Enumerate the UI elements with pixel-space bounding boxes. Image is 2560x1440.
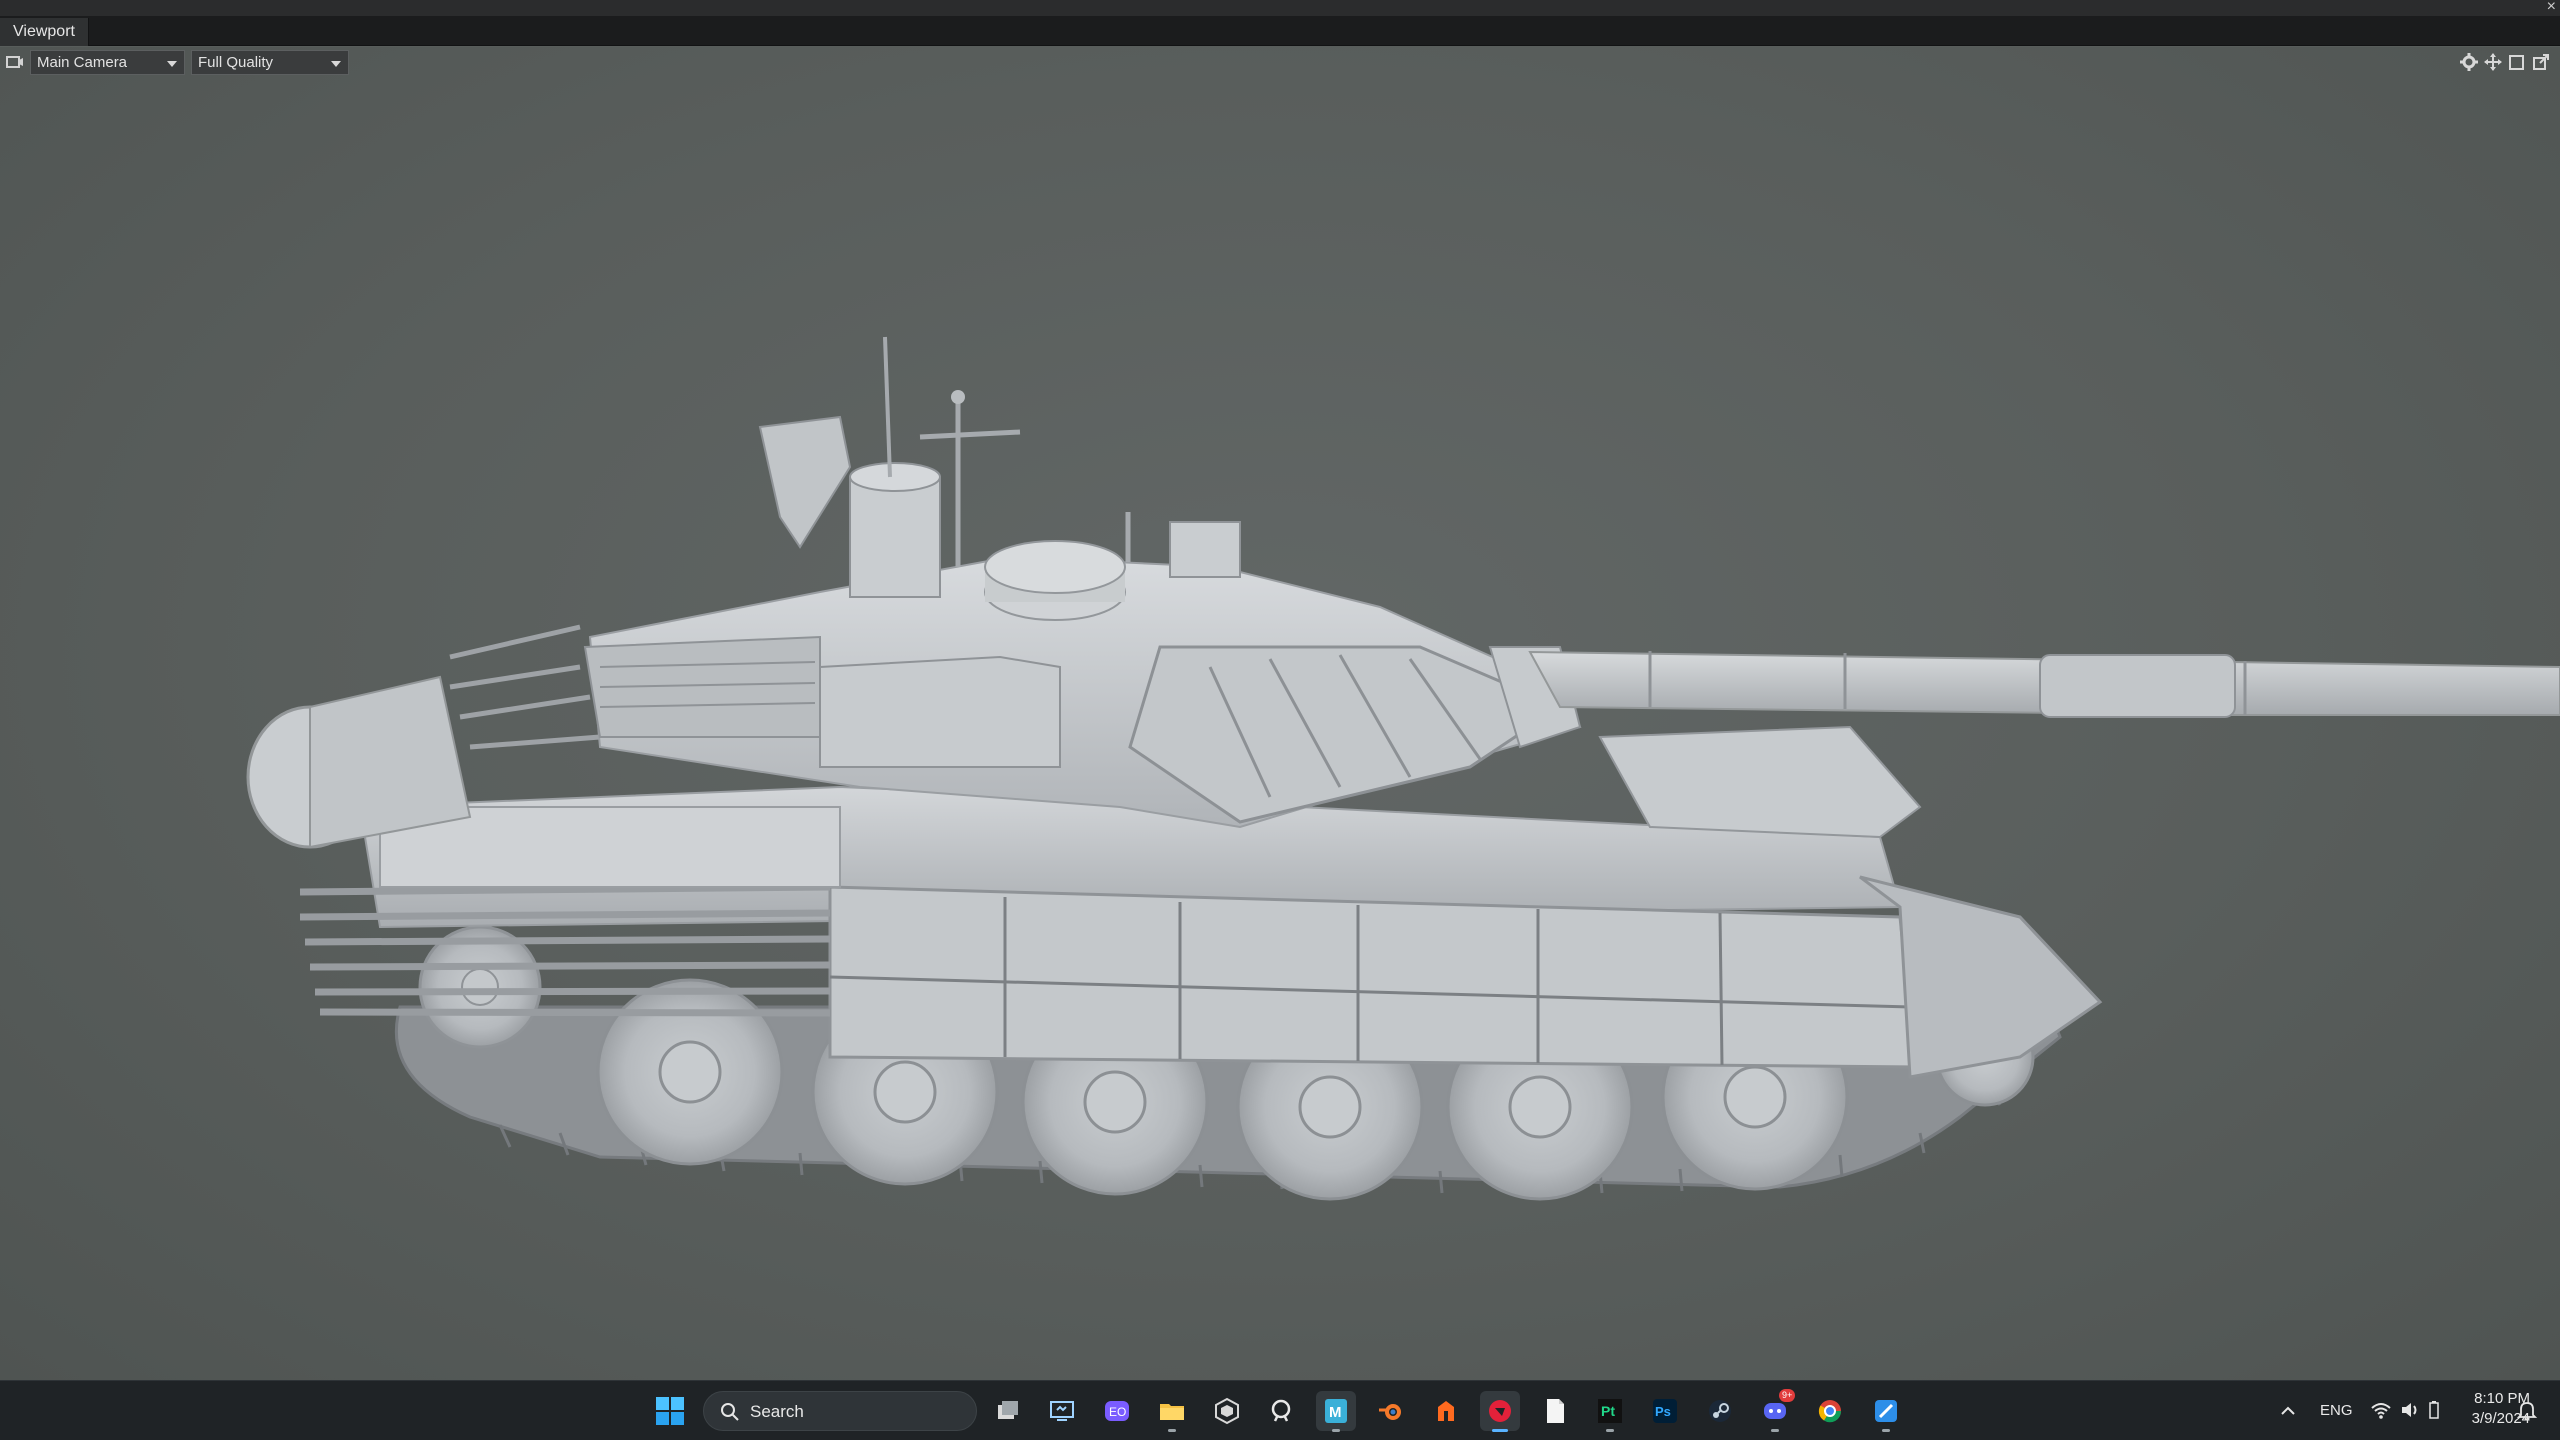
title-strip: × bbox=[0, 0, 2560, 16]
camera-select-value: Main Camera bbox=[37, 54, 128, 71]
notification-bell-icon[interactable] bbox=[2516, 1399, 2538, 1421]
close-icon[interactable]: × bbox=[2547, 0, 2556, 15]
maximize-icon[interactable] bbox=[2508, 53, 2526, 71]
quality-select-value: Full Quality bbox=[198, 54, 274, 71]
move-icon[interactable] bbox=[2484, 53, 2502, 71]
battery-icon[interactable] bbox=[2428, 1401, 2440, 1419]
tank-side-skirts bbox=[828, 885, 1917, 1069]
steam-icon[interactable] bbox=[1700, 1391, 1740, 1431]
svg-text:Ps: Ps bbox=[1655, 1404, 1671, 1419]
chevron-down-icon bbox=[331, 61, 341, 67]
photoshop-icon[interactable]: Ps bbox=[1645, 1391, 1685, 1431]
search-placeholder: Search bbox=[750, 1402, 804, 1421]
quality-select[interactable]: Full Quality bbox=[191, 50, 349, 75]
pycharm-icon[interactable]: Pt bbox=[1590, 1391, 1630, 1432]
meta-quest-icon[interactable]: EO bbox=[1097, 1391, 1137, 1431]
remote-desktop-icon[interactable] bbox=[1042, 1391, 1082, 1431]
chrome-icon[interactable] bbox=[1810, 1391, 1850, 1431]
search-icon bbox=[721, 1403, 739, 1421]
app-window: × Viewport Main Camera Full Quality Sear… bbox=[0, 0, 2560, 1440]
gunner-sight bbox=[849, 476, 941, 598]
github-desktop-icon[interactable] bbox=[1261, 1391, 1301, 1431]
taskbar-search[interactable]: Search bbox=[703, 1391, 977, 1431]
antenna bbox=[883, 336, 892, 478]
volume-icon[interactable] bbox=[2400, 1399, 2422, 1421]
chevron-up-icon[interactable] bbox=[2276, 1399, 2300, 1423]
tab-bar: Viewport bbox=[0, 16, 2560, 46]
marmoset-toolbag-icon[interactable]: M bbox=[1316, 1391, 1356, 1432]
svg-text:EO: EO bbox=[1109, 1405, 1126, 1419]
viewport[interactable]: Main Camera Full Quality bbox=[0, 47, 2560, 1380]
blender-icon[interactable] bbox=[1371, 1391, 1411, 1431]
camera-select[interactable]: Main Camera bbox=[30, 50, 185, 75]
discord-icon[interactable]: 9+ bbox=[1755, 1389, 1796, 1432]
taskbar: Search EO M Pt Ps 9+ ENG 8:10 PM 3/9/202… bbox=[0, 1380, 2560, 1440]
gear-icon[interactable] bbox=[2460, 53, 2478, 71]
substance-painter-icon[interactable] bbox=[1480, 1391, 1520, 1432]
file-explorer-icon[interactable] bbox=[1152, 1391, 1192, 1432]
unity-icon[interactable] bbox=[1207, 1391, 1247, 1431]
task-view-icon[interactable] bbox=[988, 1391, 1028, 1431]
svg-text:Pt: Pt bbox=[1601, 1403, 1615, 1419]
wifi-icon[interactable] bbox=[2370, 1399, 2392, 1421]
camera-options-icon[interactable] bbox=[6, 54, 24, 70]
input-language[interactable]: ENG bbox=[2320, 1400, 2353, 1422]
windows-start-icon[interactable] bbox=[654, 1395, 686, 1427]
svg-text:M: M bbox=[1329, 1404, 1342, 1421]
fume-extractor bbox=[2039, 654, 2236, 718]
discord-notification-badge: 9+ bbox=[1779, 1389, 1796, 1402]
snipping-tool-icon[interactable] bbox=[1866, 1391, 1906, 1432]
tank-model-render[interactable] bbox=[0, 47, 2560, 1380]
notepad-icon[interactable] bbox=[1535, 1391, 1575, 1431]
tab-viewport[interactable]: Viewport bbox=[0, 18, 89, 46]
substance-icon[interactable] bbox=[1426, 1391, 1466, 1431]
popout-icon[interactable] bbox=[2532, 53, 2550, 71]
viewport-toolbar: Main Camera Full Quality bbox=[0, 47, 2560, 77]
chevron-down-icon bbox=[167, 61, 177, 67]
